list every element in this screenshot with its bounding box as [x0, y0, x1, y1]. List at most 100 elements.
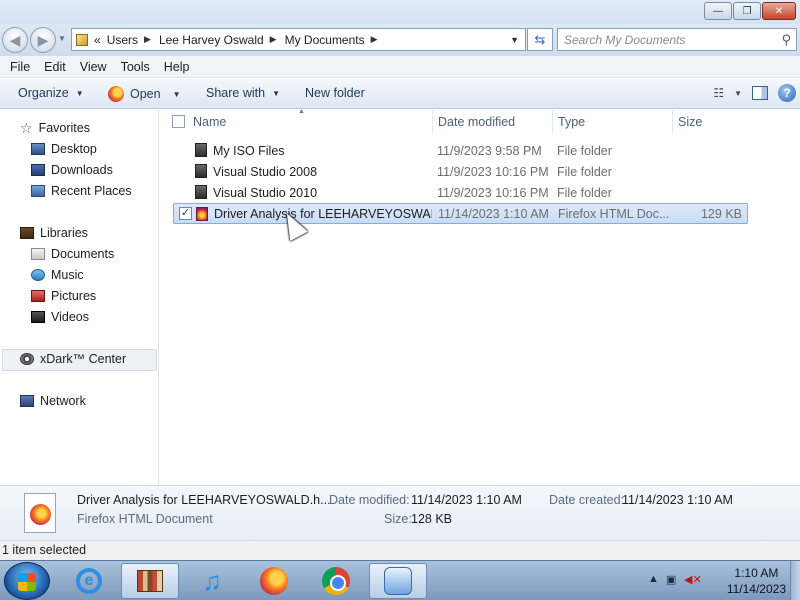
address-bar[interactable]: « Users ▶ Lee Harvey Oswald ▶ My Documen… — [71, 28, 526, 51]
clock-time: 1:10 AM — [734, 566, 779, 580]
select-all-checkbox[interactable] — [172, 115, 185, 128]
refresh-button[interactable]: ⇆ — [527, 28, 553, 51]
file-row[interactable]: My ISO Files 11/9/2023 9:58 PM File fold… — [173, 140, 748, 161]
column-header-date[interactable]: Date modified — [433, 110, 553, 134]
menu-edit[interactable]: Edit — [37, 60, 73, 74]
file-row[interactable]: Visual Studio 2010 11/9/2023 10:16 PM Fi… — [173, 182, 748, 203]
search-icon[interactable]: ⚲ — [781, 32, 791, 48]
nav-item-music[interactable]: Music — [31, 268, 84, 282]
nav-item-videos[interactable]: Videos — [31, 310, 89, 324]
breadcrumb-users[interactable]: Users — [107, 33, 138, 47]
breadcrumb-overflow[interactable]: « — [94, 33, 101, 47]
minimize-button[interactable]: — — [704, 2, 732, 20]
music-icon — [31, 269, 45, 281]
menu-tools[interactable]: Tools — [114, 60, 157, 74]
nav-item-pictures[interactable]: Pictures — [31, 289, 96, 303]
windows-logo-icon — [18, 573, 36, 591]
change-view-icon[interactable]: ☷ — [713, 86, 724, 100]
row-checkbox[interactable]: ✓ — [179, 207, 192, 220]
new-folder-button[interactable]: New folder — [305, 86, 365, 100]
column-header-type[interactable]: Type — [553, 110, 673, 134]
recent-pages-dropdown[interactable]: ▼ — [58, 34, 66, 43]
nav-item-desktop[interactable]: Desktop — [31, 142, 97, 156]
forward-button[interactable]: ▶ — [30, 27, 56, 53]
taskbar-chrome[interactable] — [307, 563, 365, 599]
show-hidden-icons-icon[interactable]: ▲ — [648, 573, 659, 585]
window-controls: — ❐ ✕ — [704, 2, 796, 20]
nav-favorites[interactable]: ☆ Favorites — [20, 121, 90, 135]
star-icon: ☆ — [20, 120, 33, 136]
taskbar-windows-explorer[interactable] — [121, 563, 179, 599]
open-button[interactable]: Open ▼ — [108, 86, 181, 102]
file-date: 11/9/2023 10:16 PM — [437, 164, 549, 179]
nav-item-label: Pictures — [51, 289, 97, 303]
show-desktop-button[interactable] — [790, 561, 800, 600]
file-row-selected[interactable]: ✓ Driver Analysis for LEEHARVEYOSWAL... … — [173, 203, 748, 224]
nav-network[interactable]: Network — [20, 394, 86, 408]
taskbar: e ♫ ▲ ▣ ◀✕ 1:10 AM 11/14/2023 — [0, 560, 800, 600]
title-bar: — ❐ ✕ — [0, 0, 800, 24]
menu-view[interactable]: View — [73, 60, 114, 74]
clock[interactable]: 1:10 AM 11/14/2023 — [727, 565, 786, 597]
taskbar-internet-explorer[interactable]: e — [60, 563, 118, 599]
documents-icon — [31, 248, 45, 260]
taskbar-firefox[interactable] — [245, 563, 303, 599]
file-type: File folder — [557, 185, 612, 200]
breadcrumb-separator[interactable]: ▶ — [270, 34, 277, 45]
nav-item-recent-places[interactable]: Recent Places — [31, 184, 132, 198]
column-header-size[interactable]: Size — [673, 110, 753, 134]
breadcrumb-separator[interactable]: ▶ — [371, 34, 378, 45]
details-size-label: Size: — [384, 512, 412, 526]
breadcrumb-separator[interactable]: ▶ — [144, 34, 151, 45]
open-label: Open — [130, 87, 161, 101]
nav-item-label: Desktop — [51, 142, 97, 156]
nav-libraries[interactable]: Libraries — [20, 226, 88, 240]
network-status-icon[interactable]: ▣ — [666, 573, 676, 586]
breadcrumb-my-documents[interactable]: My Documents — [285, 33, 365, 47]
column-label: Size — [678, 115, 703, 129]
robot-app-icon — [384, 567, 412, 595]
preview-pane-icon[interactable] — [752, 86, 768, 100]
nav-libraries-label: Libraries — [40, 226, 88, 240]
share-with-button[interactable]: Share with ▼ — [206, 86, 280, 100]
nav-item-label: xDark™ Center — [40, 352, 127, 366]
videos-icon — [31, 311, 45, 323]
nav-favorites-label: Favorites — [38, 121, 90, 135]
breadcrumb-user[interactable]: Lee Harvey Oswald — [159, 33, 264, 47]
details-pane: Driver Analysis for LEEHARVEYOSWALD.h...… — [0, 485, 800, 540]
taskbar-itunes[interactable]: ♫ — [183, 563, 241, 599]
view-dropdown-icon[interactable]: ▼ — [734, 89, 742, 98]
downloads-icon — [31, 164, 45, 176]
nav-item-documents[interactable]: Documents — [31, 247, 114, 261]
nav-item-downloads[interactable]: Downloads — [31, 163, 113, 177]
nav-item-label: Recent Places — [51, 184, 132, 198]
new-folder-label: New folder — [305, 86, 365, 100]
libraries-icon — [137, 570, 163, 592]
file-name: Visual Studio 2008 — [213, 164, 318, 179]
file-name: Visual Studio 2010 — [213, 185, 318, 200]
search-input[interactable]: Search My Documents ⚲ — [557, 28, 797, 51]
column-label: Name — [193, 115, 227, 129]
internet-explorer-icon: e — [76, 568, 102, 594]
chevron-down-icon[interactable]: ▼ — [173, 90, 181, 99]
organize-button[interactable]: Organize ▼ — [18, 86, 84, 100]
address-dropdown-icon[interactable]: ▼ — [510, 35, 519, 45]
start-button[interactable] — [4, 562, 50, 600]
column-header-name[interactable]: Name — [188, 110, 433, 134]
volume-muted-icon[interactable]: ◀✕ — [684, 573, 702, 586]
share-with-label: Share with — [206, 86, 266, 100]
maximize-button[interactable]: ❐ — [733, 2, 761, 20]
file-date: 11/9/2023 10:16 PM — [437, 185, 549, 200]
taskbar-app-robot[interactable] — [369, 563, 427, 599]
nav-item-xdark-center[interactable]: xDark™ Center — [20, 352, 126, 366]
menu-help[interactable]: Help — [157, 60, 197, 74]
column-label: Type — [558, 115, 586, 129]
file-row[interactable]: Visual Studio 2008 11/9/2023 10:16 PM Fi… — [173, 161, 748, 182]
menu-file[interactable]: File — [3, 60, 37, 74]
back-button[interactable]: ◀ — [2, 27, 28, 53]
desktop-icon — [31, 143, 45, 155]
file-list: ▲ Name Date modified Type Size My ISO Fi… — [160, 108, 800, 485]
close-button[interactable]: ✕ — [762, 2, 796, 20]
folder-icon — [195, 185, 207, 199]
help-icon[interactable]: ? — [778, 84, 796, 102]
